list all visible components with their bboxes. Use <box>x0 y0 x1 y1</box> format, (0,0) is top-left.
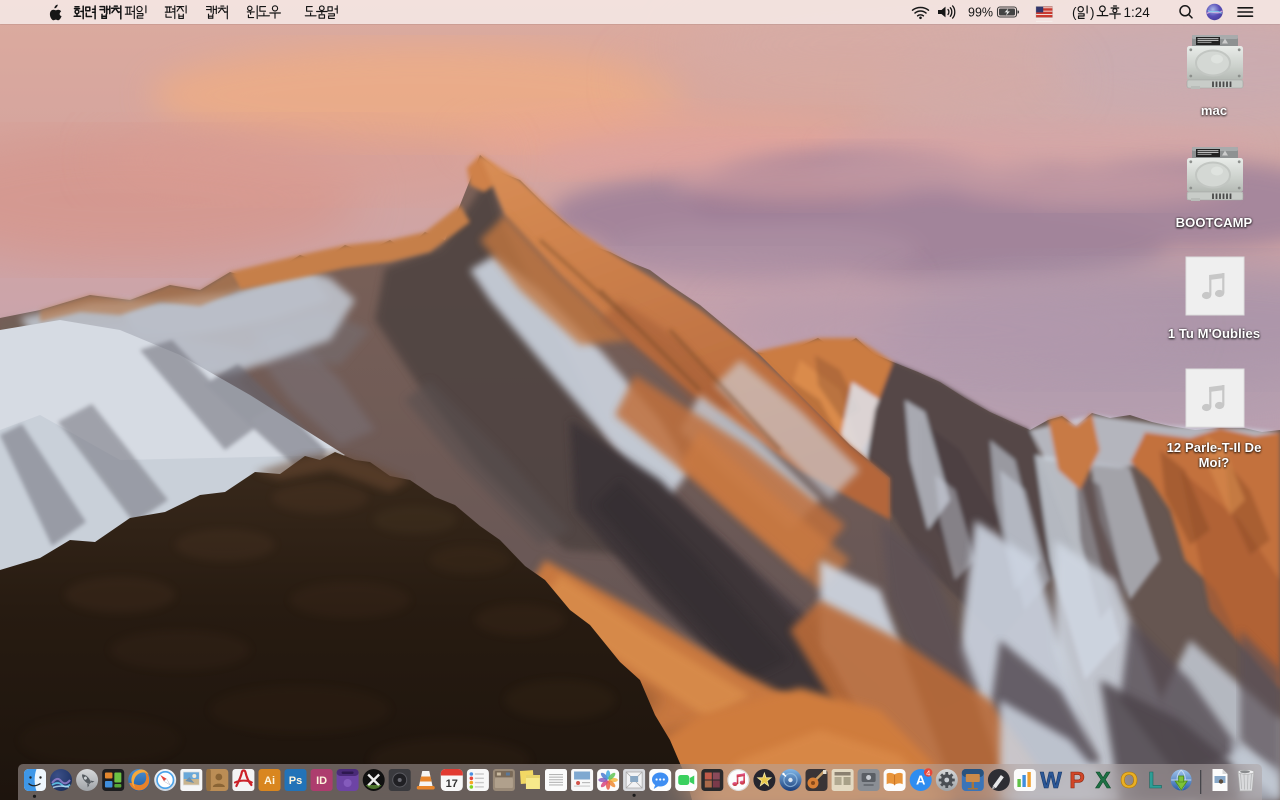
svg-text:99%: 99% <box>968 5 993 19</box>
svg-text:X: X <box>1095 767 1111 793</box>
svg-text:O: O <box>1120 767 1138 793</box>
svg-text:17: 17 <box>446 778 458 790</box>
svg-text:P: P <box>1069 767 1084 793</box>
svg-text:A: A <box>916 773 926 788</box>
svg-text:(: ( <box>1072 5 1077 20</box>
svg-text:W: W <box>1040 767 1062 793</box>
svg-text:L: L <box>1148 767 1162 793</box>
svg-text:): ) <box>1090 5 1095 20</box>
svg-text:ID: ID <box>316 775 327 787</box>
svg-text:1:24: 1:24 <box>1124 5 1151 20</box>
svg-text:Ps: Ps <box>289 775 302 787</box>
svg-text:Ai: Ai <box>264 775 275 787</box>
svg-text:4: 4 <box>926 768 930 777</box>
